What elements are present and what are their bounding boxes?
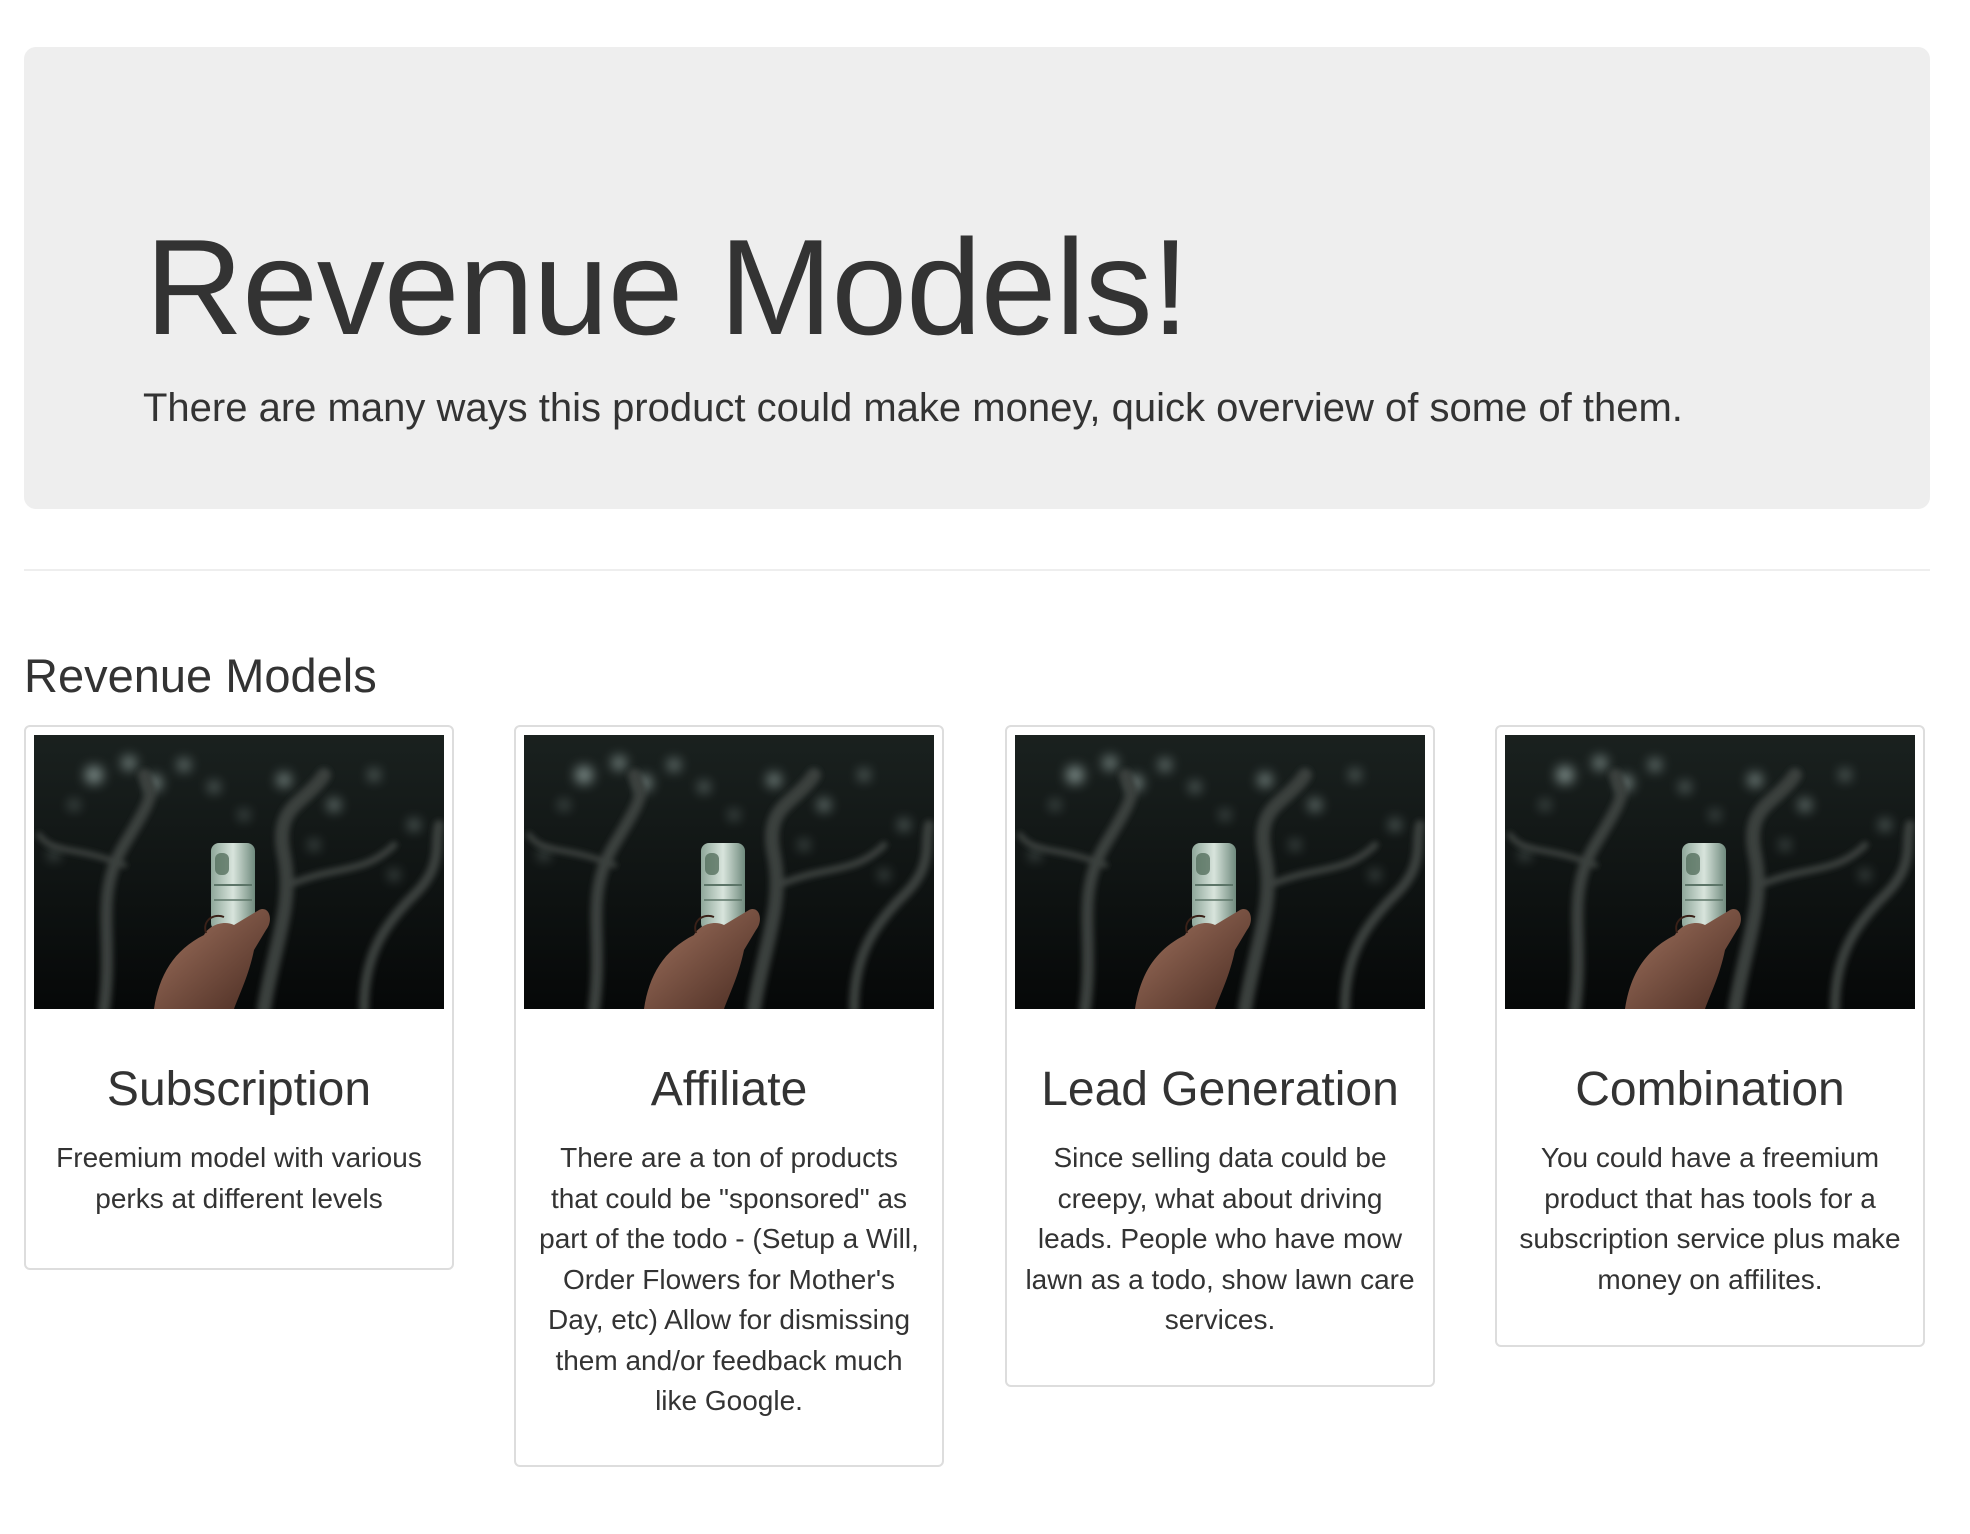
card-combination: Combination You could have a freemium pr…: [1495, 725, 1925, 1347]
card-image: [524, 735, 934, 1009]
hero-jumbotron: Revenue Models! There are many ways this…: [24, 47, 1930, 509]
card-text: There are a ton of products that could b…: [539, 1142, 919, 1416]
card-text: Since selling data could be creepy, what…: [1025, 1142, 1415, 1335]
money-photo: [1015, 735, 1425, 1009]
card-title: Lead Generation: [1041, 1063, 1399, 1116]
money-photo: [524, 735, 934, 1009]
hero-subtitle: There are many ways this product could m…: [143, 386, 1683, 430]
section-title: Revenue Models: [24, 649, 377, 702]
card-subscription: Subscription Freemium model with various…: [24, 725, 454, 1270]
card-title: Subscription: [106, 1063, 372, 1116]
card-image: [1015, 735, 1425, 1009]
card-text: You could have a freemium product that h…: [1519, 1142, 1901, 1295]
card-image: [1505, 735, 1915, 1009]
section-divider: [24, 569, 1930, 571]
card-lead-generation: Lead Generation Since selling data could…: [1005, 725, 1435, 1387]
card-text: Freemium model with various perks at dif…: [56, 1142, 422, 1214]
money-photo: [34, 735, 444, 1009]
hero-title: Revenue Models!: [145, 211, 1189, 363]
money-photo: [1505, 735, 1915, 1009]
card-title: Affiliate: [650, 1063, 808, 1116]
card-affiliate: Affiliate There are a ton of products th…: [514, 725, 944, 1467]
card-title: Combination: [1575, 1063, 1845, 1116]
card-image: [34, 735, 444, 1009]
